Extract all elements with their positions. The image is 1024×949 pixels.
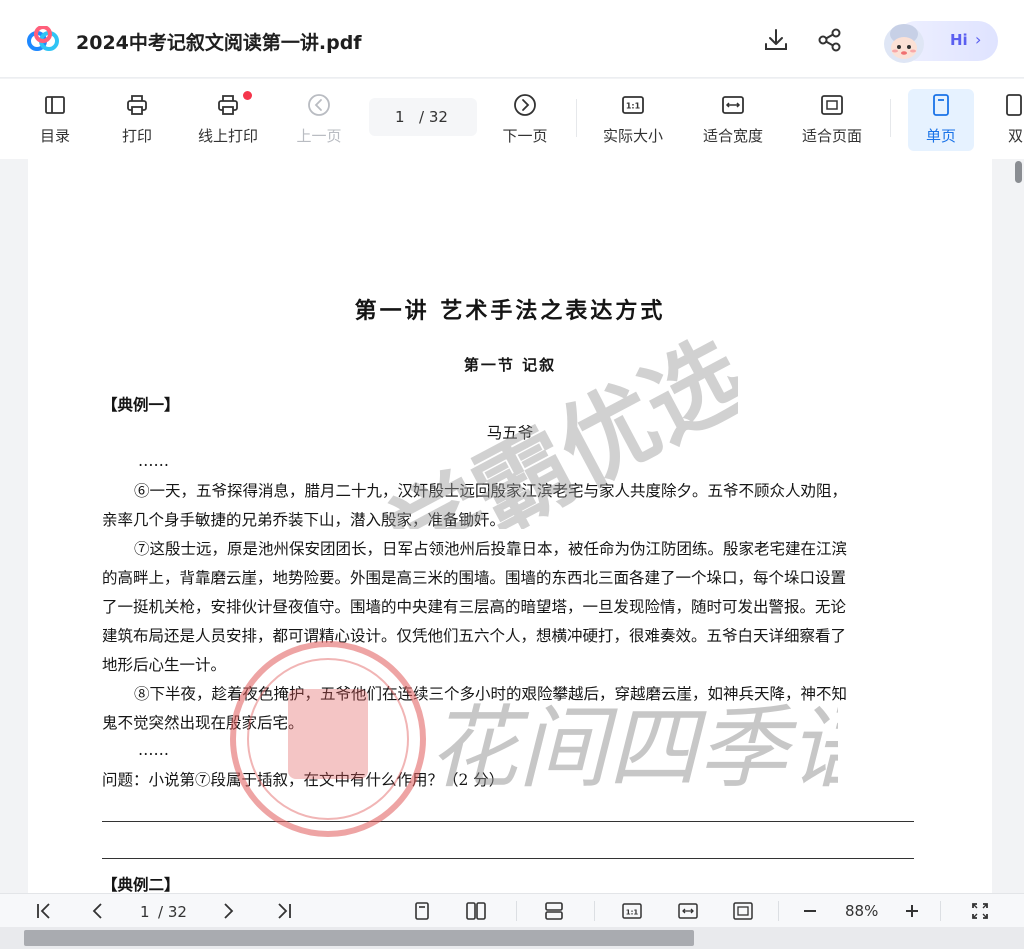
toolbar-fit-page-label: 适合页面 [801,127,862,145]
current-page[interactable]: 1 [395,108,405,126]
download-icon[interactable] [762,26,790,54]
title-bar: 2024中考记叙文阅读第一讲.pdf Hi › [0,0,1024,78]
app-logo-icon [27,26,59,51]
horizontal-scrollbar[interactable] [0,927,1024,949]
toolbar: 目录 打印 线上打印 上一页 1 / 32 下一页 1:1 实际大小 适合宽度 … [0,79,1024,159]
toolbar-outline-label: 目录 [39,127,70,145]
toolbar-next-page-label: 下一页 [502,127,548,145]
toolbar-print-label: 打印 [121,127,152,145]
print-icon [127,95,147,115]
pdf-viewer: 2024中考记叙文阅读第一讲.pdf Hi › 目录 打印 线上打印 上一页 1… [0,0,1024,949]
double-page-view-icon[interactable] [466,901,486,921]
answer-line [102,858,914,859]
bottom-divider [940,901,941,921]
bottom-navigation-bar: 1 / 32 1:1 88% [0,893,1024,927]
bottom-divider [516,901,517,921]
zoom-out-icon[interactable] [800,901,820,921]
prev-page-icon [308,94,330,116]
chevron-right-icon: › [975,30,982,49]
toolbar-actual-size-label: 实际大小 [602,127,663,145]
outline-icon [45,96,65,114]
first-page-icon[interactable] [34,901,54,921]
assistant-avatar-icon [884,24,924,63]
fit-width-small-icon[interactable] [678,901,698,921]
pdf-page: 第一讲 艺术手法之表达方式 第一节 记叙 【典例一】 马五爷 …… ⑥一天，五爷… [28,159,992,893]
bottom-divider [594,901,595,921]
prev-page-arrow-icon[interactable] [88,901,108,921]
double-page-icon [1006,94,1022,116]
toolbar-print-button[interactable]: 打印 [102,89,172,151]
total-pages: / 32 [419,108,448,126]
ai-assistant-button[interactable]: Hi › [876,14,998,68]
toolbar-fit-page-button[interactable]: 适合页面 [797,89,867,151]
paragraph-line: ⑧下半夜，趁着夜色掩护，五爷他们在连续三个多小时的艰险攀越后，穿越磨云崖，如神兵… [134,685,848,703]
example-label: 【典例二】 [102,875,180,893]
share-icon[interactable] [816,26,844,54]
toolbar-online-print-label: 线上打印 [197,127,258,145]
toolbar-prev-page-label: 上一页 [296,127,342,145]
bottom-total-pages: / 32 [158,903,187,921]
actual-size-small-icon[interactable]: 1:1 [622,901,642,921]
next-page-icon [514,94,536,116]
paragraph-line: 地形后心生一计。 [102,656,227,674]
watermark-seal: 花间四季语文 [230,641,838,837]
toolbar-outline-button[interactable]: 目录 [20,89,90,151]
answer-line [102,821,914,822]
toolbar-online-print-button[interactable]: 线上打印 [193,89,263,151]
paragraph-line: ⑦这殷士远，原是池州保安团团长，日军占领池州后投靠日本，被任命为伪江防团练。殷家… [134,540,848,558]
fit-page-small-icon[interactable] [733,901,753,921]
document-viewport[interactable]: 第一讲 艺术手法之表达方式 第一节 记叙 【典例一】 马五爷 …… ⑥一天，五爷… [0,159,1024,893]
actual-size-icon: 1:1 [622,96,644,114]
paragraph-line: 了一挺机关枪，安排伙计昼夜值守。围墙的中央建有三层高的暗望塔，一旦发现险情，随时… [102,598,847,616]
fullscreen-icon[interactable] [970,901,990,921]
vertical-scrollbar[interactable] [1013,159,1024,893]
example-label: 【典例一】 [102,395,180,414]
bottom-current-page[interactable]: 1 [140,903,150,921]
paragraph-line: 亲率几个身手敏捷的兄弟乔装下山，潜入殷家，准备锄奸。 [102,511,506,529]
toolbar-fit-width-label: 适合宽度 [702,127,763,145]
notification-dot [243,91,252,100]
vertical-scroll-thumb[interactable] [1015,161,1022,183]
toolbar-actual-size-button[interactable]: 1:1 实际大小 [598,89,668,151]
paragraph-line: 鬼不觉突然出现在殷家后宅。 [102,714,304,732]
document-title: 第一讲 艺术手法之表达方式 [354,298,666,324]
svg-text:1:1: 1:1 [626,102,641,111]
horizontal-scroll-thumb[interactable] [24,930,694,946]
fit-page-icon [821,95,843,115]
single-page-view-icon[interactable] [412,901,432,921]
paragraph-line: 建筑布局还是人员安排，都可谓精心设计。仅凭他们五六个人，想横冲硬打，很难奏效。五… [102,627,847,645]
toolbar-divider [576,99,577,137]
question-text: 问题：小说第⑦段属于插叙，在文中有什么作用？（2 分） [102,771,505,789]
toolbar-prev-page-button[interactable]: 上一页 [284,89,354,151]
continuous-scroll-icon[interactable] [544,901,564,921]
zoom-in-icon[interactable] [902,901,922,921]
section-title: 第一节 记叙 [463,356,557,374]
toolbar-double-page-button[interactable]: 双 [994,89,1024,151]
ellipsis: …… [138,452,169,470]
online-print-icon [218,95,238,115]
paragraph-line: ⑥一天，五爷探得消息，腊月二十九，汉奸殷士远回殷家江滨老宅与家人共度除夕。五爷不… [134,482,848,500]
file-title: 2024中考记叙文阅读第一讲.pdf [76,32,362,54]
ellipsis: …… [138,741,169,759]
zoom-level[interactable]: 88% [845,902,878,920]
toolbar-double-page-label: 双 [1008,127,1024,145]
last-page-icon[interactable] [274,901,294,921]
svg-text:1:1: 1:1 [626,909,639,917]
toolbar-divider [890,99,891,137]
page-number-input[interactable]: 1 / 32 [369,98,477,136]
toolbar-fit-width-button[interactable]: 适合宽度 [698,89,768,151]
assistant-label: Hi [950,31,968,49]
fit-width-icon [722,96,744,114]
paragraph-line: 的高畔上，背靠磨云崖，地势险要。外围是高三米的围墙。围墙的东西北三面各建了一个垛… [102,569,847,587]
next-page-arrow-icon[interactable] [218,901,238,921]
bottom-divider [778,901,779,921]
single-page-icon [933,94,949,116]
story-title: 马五爷 [486,424,534,442]
toolbar-single-page-label: 单页 [925,127,956,145]
toolbar-next-page-button[interactable]: 下一页 [490,89,560,151]
toolbar-single-page-button[interactable]: 单页 [908,89,974,151]
